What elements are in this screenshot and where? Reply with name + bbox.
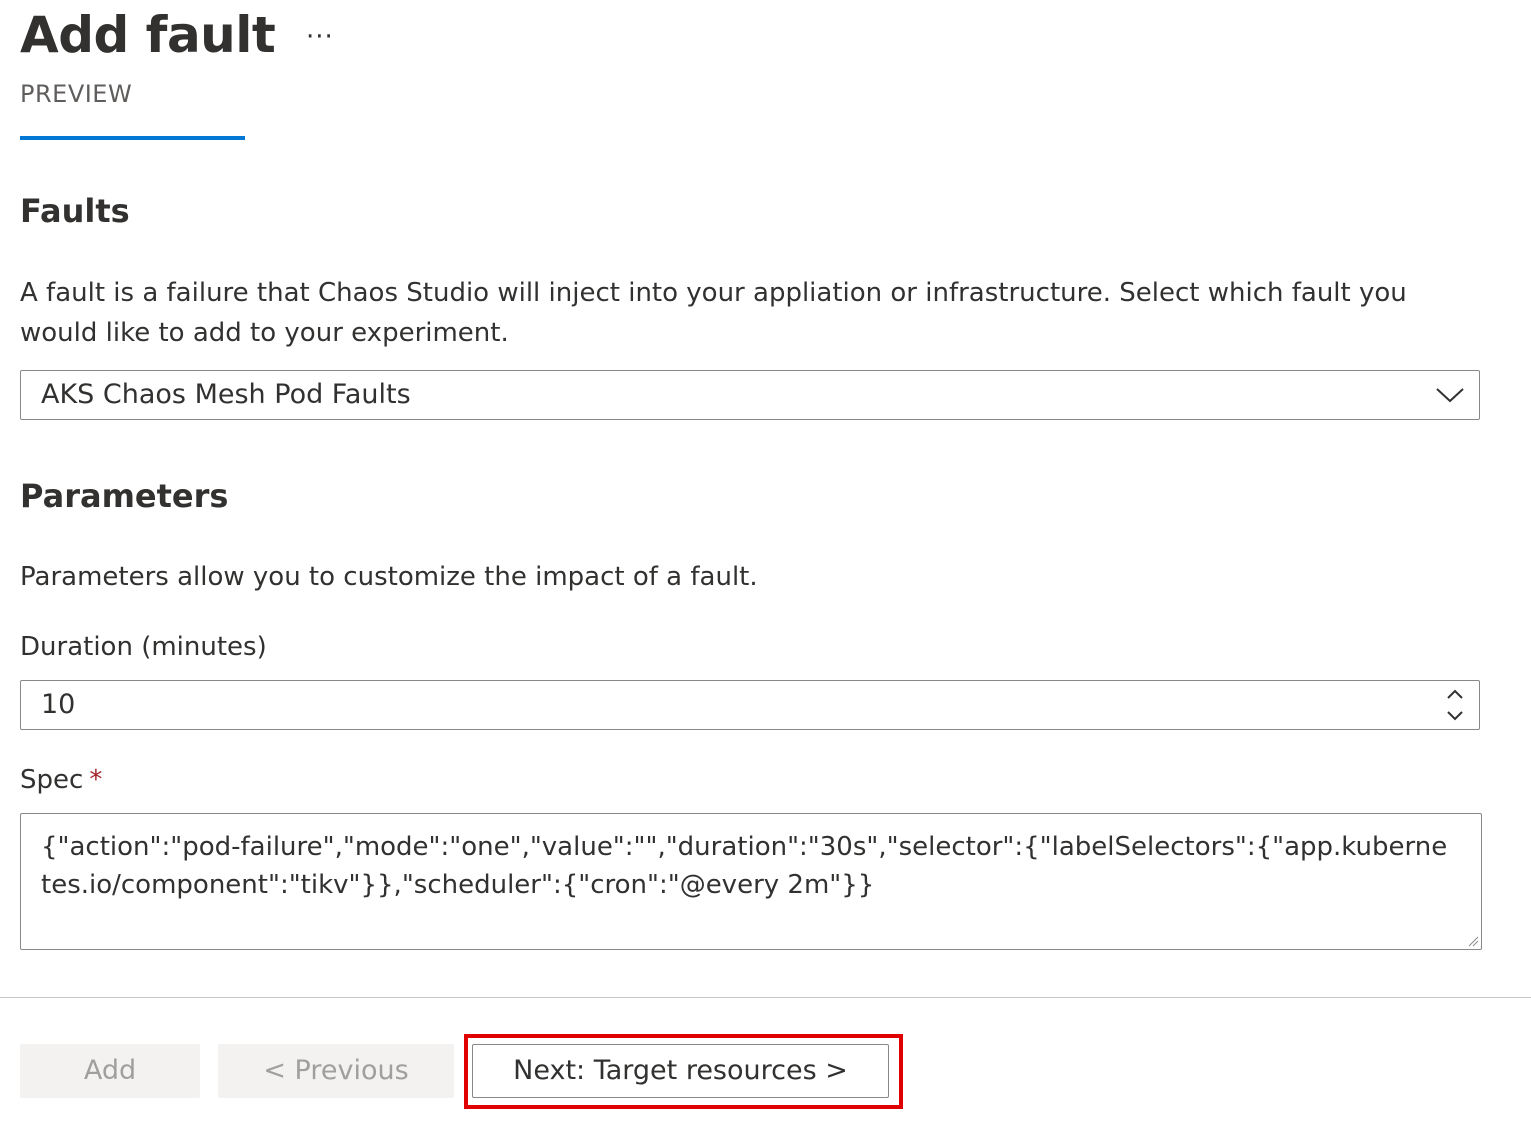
chevron-down-icon[interactable] [1445, 709, 1465, 723]
highlight-annotation [464, 1034, 903, 1109]
more-options-icon[interactable]: ··· [306, 22, 334, 52]
resize-handle-icon[interactable] [1467, 935, 1479, 947]
tab-active-indicator [20, 136, 245, 140]
tab-preview[interactable]: PREVIEW [20, 80, 132, 108]
previous-button[interactable]: < Previous [218, 1044, 454, 1098]
duration-label: Duration (minutes) [20, 632, 267, 662]
spec-text: {"action":"pod-failure","mode":"one","va… [41, 832, 1448, 900]
duration-input[interactable]: 10 [20, 680, 1480, 730]
chevron-up-icon[interactable] [1445, 687, 1465, 701]
add-button[interactable]: Add [20, 1044, 200, 1098]
required-marker: * [89, 765, 103, 795]
faults-description: A fault is a failure that Chaos Studio w… [20, 278, 1407, 348]
spec-label-text: Spec [20, 765, 84, 795]
page-title: Add fault [20, 6, 276, 64]
footer-divider [0, 997, 1531, 998]
chevron-down-icon [1436, 388, 1464, 403]
parameters-description: Parameters allow you to customize the im… [20, 562, 758, 592]
spec-label: Spec * [20, 765, 102, 795]
fault-select-dropdown[interactable]: AKS Chaos Mesh Pod Faults [20, 370, 1480, 420]
faults-section-title: Faults [20, 192, 130, 230]
parameters-section-title: Parameters [20, 477, 229, 515]
duration-value: 10 [41, 689, 76, 720]
fault-select-value: AKS Chaos Mesh Pod Faults [41, 379, 411, 410]
add-fault-page: Add fault ··· PREVIEW Faults A fault is … [0, 0, 1531, 1123]
spec-textarea[interactable]: {"action":"pod-failure","mode":"one","va… [20, 813, 1482, 950]
